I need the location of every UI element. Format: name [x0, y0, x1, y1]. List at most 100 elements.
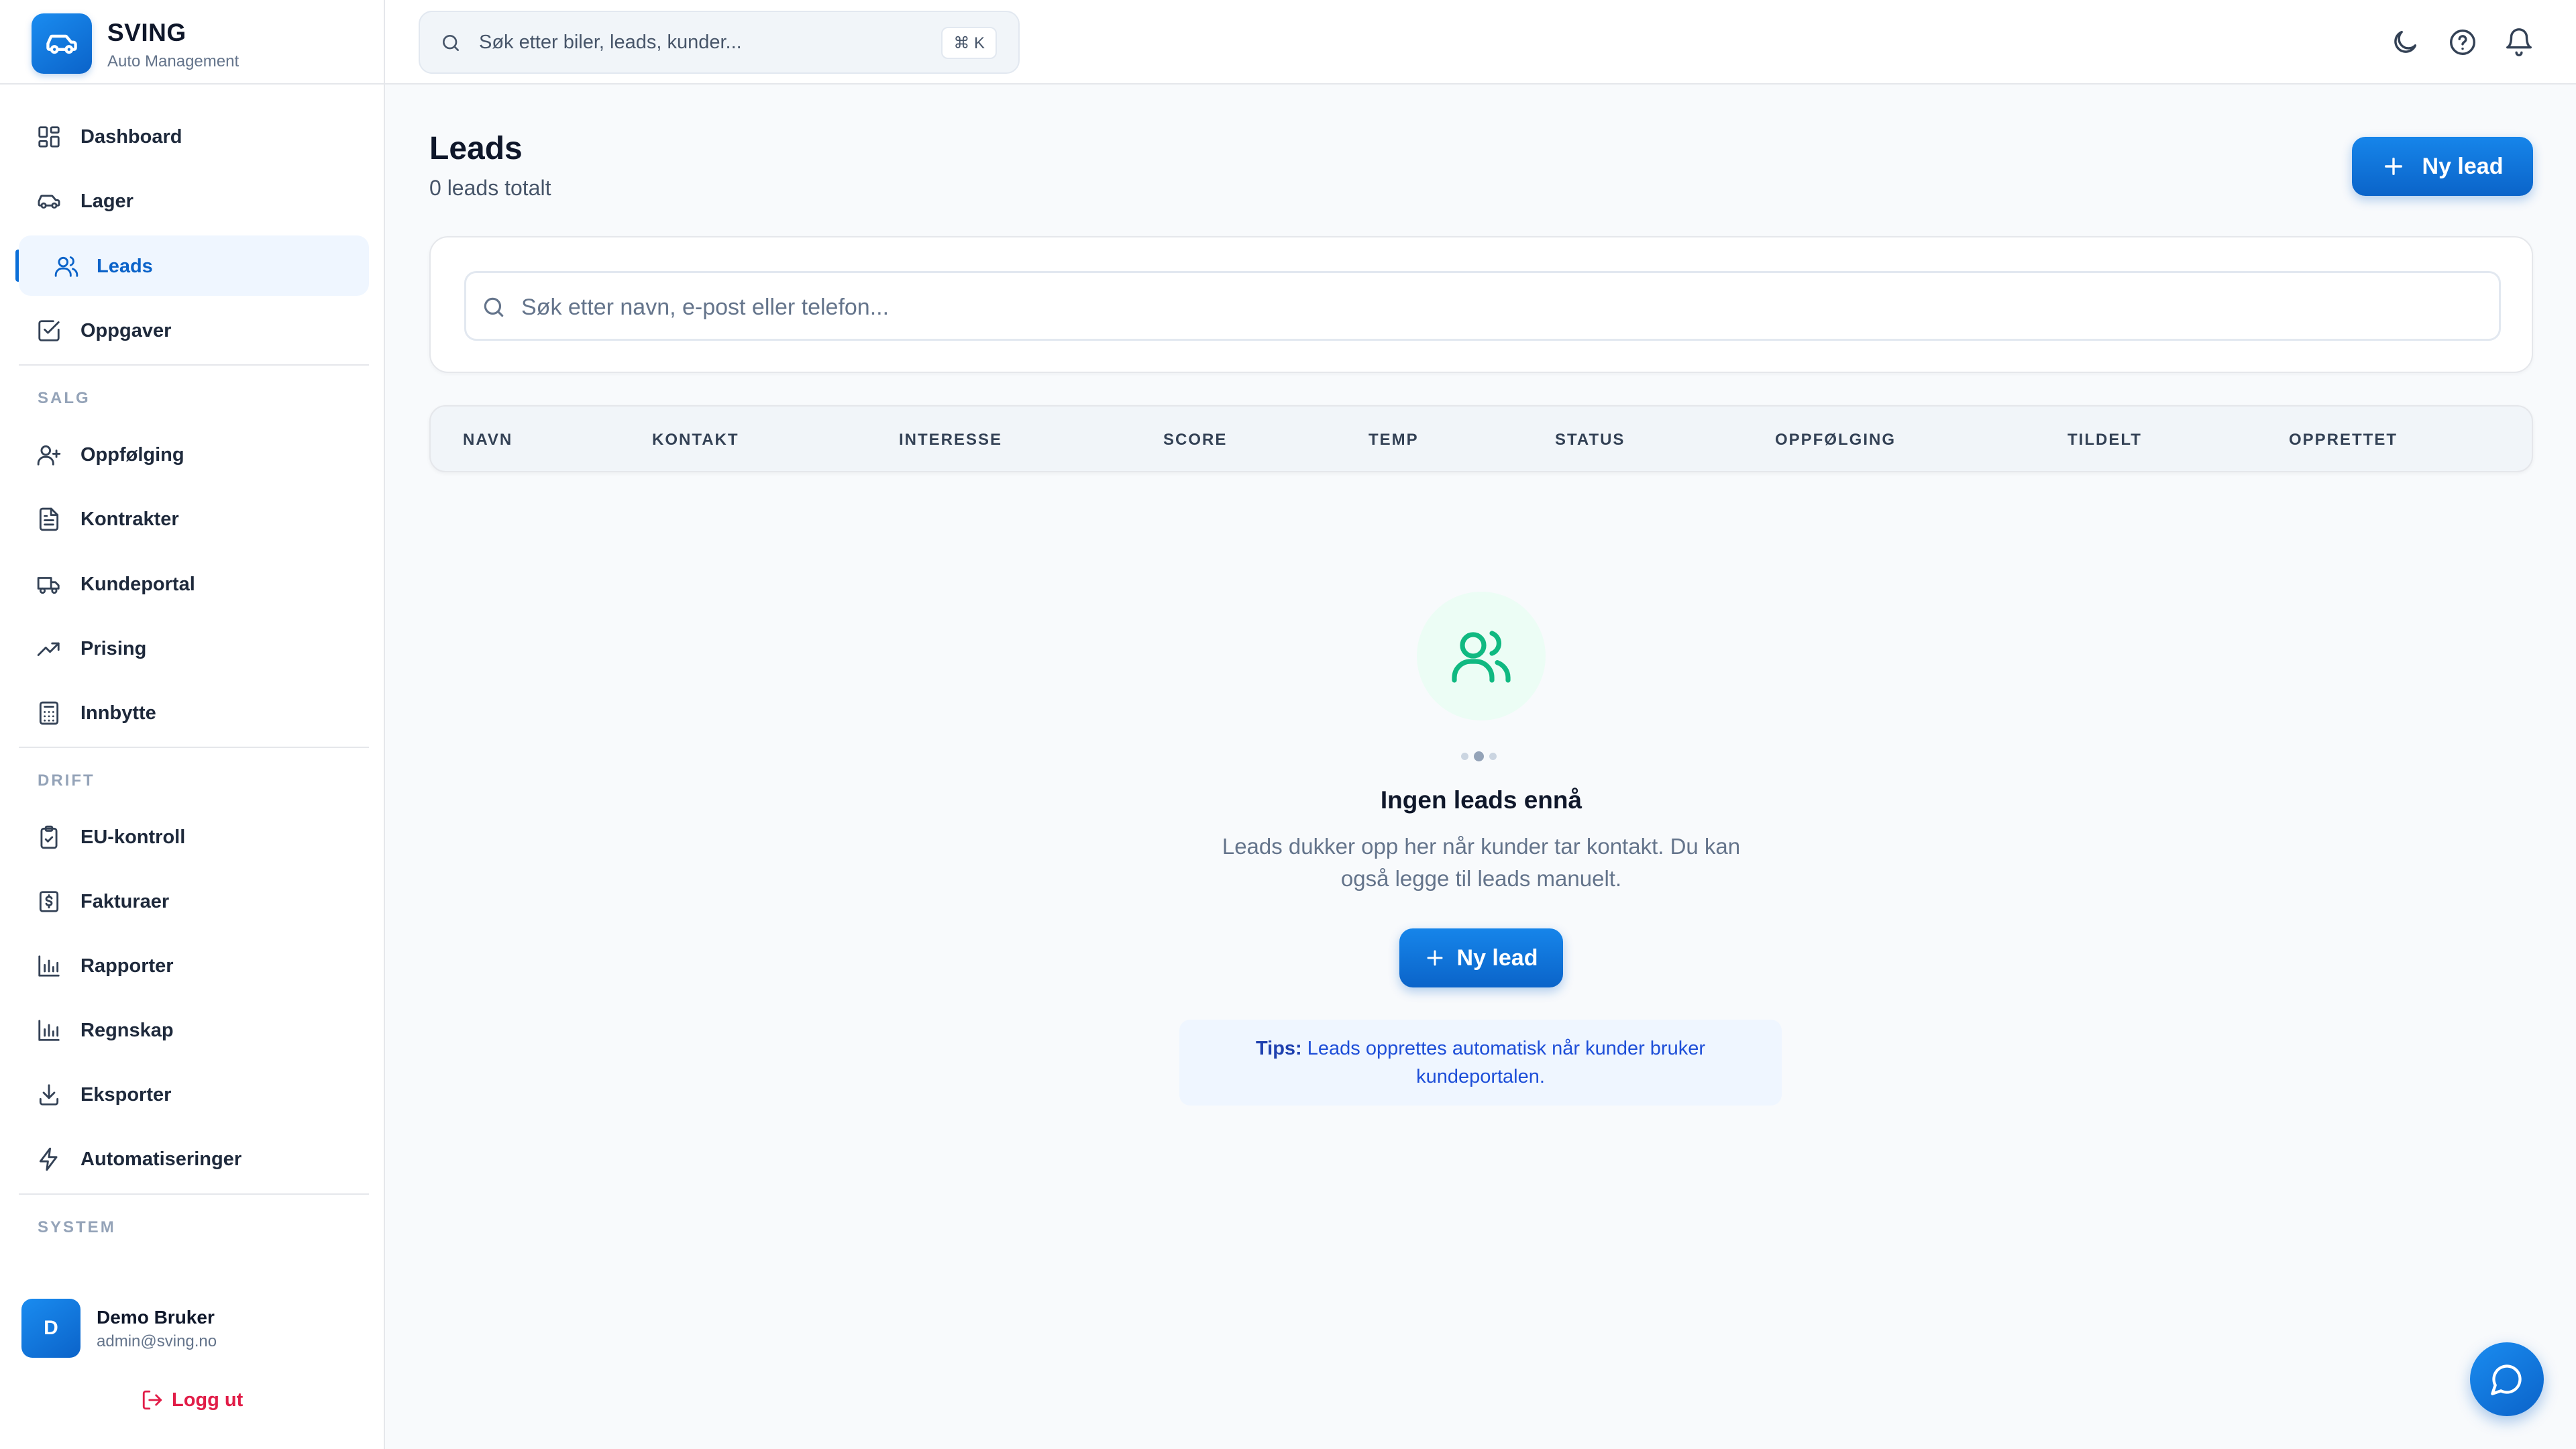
- car-logo-icon: [32, 13, 92, 74]
- chat-button[interactable]: [2470, 1342, 2544, 1416]
- shortcut-hint: ⌘ K: [941, 27, 997, 59]
- sidebar-item-lager[interactable]: Lager: [19, 170, 369, 231]
- column-header[interactable]: NAVN: [463, 431, 513, 449]
- sidebar-item-fakturaer[interactable]: Fakturaer: [19, 871, 369, 931]
- column-header[interactable]: INTERESSE: [899, 431, 1002, 449]
- sidebar-item-label: Dashboard: [80, 126, 182, 148]
- lead-search-input[interactable]: Søk etter navn, e-post eller telefon...: [464, 271, 2501, 341]
- avatar[interactable]: D: [21, 1299, 80, 1358]
- global-search-placeholder: Søk etter biler, leads, kunder...: [479, 32, 742, 53]
- sidebar-item-label: Fakturaer: [80, 891, 170, 912]
- sidebar-item-label: Eksporter: [80, 1084, 172, 1106]
- user-panel: [0, 1271, 384, 1449]
- sidebar-item-regnskap[interactable]: Regnskap: [19, 1000, 369, 1060]
- download-icon: [39, 1084, 59, 1106]
- sidebar-item-kontrakter[interactable]: Kontrakter: [19, 488, 369, 549]
- user-email: admin@sving.no: [97, 1332, 217, 1350]
- dot: [1474, 751, 1484, 761]
- sidebar-item-label: Kundeportal: [80, 574, 195, 595]
- chat-bubble-icon: [2491, 1364, 2522, 1395]
- sidebar-item-eu-kontroll[interactable]: EU-kontroll: [19, 806, 369, 867]
- topbar: Søk etter biler, leads, kunder... ⌘ K: [385, 0, 2576, 85]
- users-icon: [1452, 631, 1511, 683]
- empty-state-description: Leads dukker opp her når kunder tar kont…: [1222, 834, 1741, 891]
- users-icon: [54, 256, 78, 277]
- sidebar-item-rapporter[interactable]: Rapporter: [19, 935, 369, 996]
- trending-up-icon: [37, 642, 60, 656]
- sidebar-item-dashboard[interactable]: Dashboard: [19, 106, 369, 166]
- sidebar-item-label: Lager: [80, 191, 133, 212]
- bar-chart-icon: [38, 955, 60, 977]
- search-card: Søk etter navn, e-post eller telefon...: [429, 236, 2533, 373]
- sidebar-item-eksporter[interactable]: Eksporter: [19, 1064, 369, 1124]
- dot: [1461, 753, 1468, 760]
- bar-chart-icon: [38, 1020, 60, 1041]
- brand-subtitle: Auto Management: [107, 52, 239, 70]
- empty-state-illustration: [1417, 592, 1546, 720]
- section-title-salg: SALG: [38, 389, 91, 407]
- page-title: Leads: [429, 131, 523, 166]
- global-search-input[interactable]: Søk etter biler, leads, kunder... ⌘ K: [419, 11, 1020, 74]
- plus-icon: [1427, 950, 1443, 966]
- lightning-icon: [39, 1147, 58, 1171]
- sidebar-item-label: Rapporter: [80, 955, 174, 977]
- document-icon: [39, 507, 59, 531]
- sidebar-item-label: Regnskap: [80, 1020, 174, 1041]
- divider: [19, 364, 369, 366]
- help-icon[interactable]: [2447, 27, 2478, 58]
- plus-icon: [2384, 157, 2402, 176]
- column-header[interactable]: TEMP: [1368, 431, 1419, 449]
- user-plus-icon: [37, 445, 61, 466]
- logout-icon: [142, 1390, 162, 1410]
- tip-label: Tips:: [1255, 1038, 1302, 1059]
- table-header: NAVN KONTAKT INTERESSE SCORE TEMP STATUS…: [429, 405, 2533, 472]
- column-header[interactable]: OPPFØLGING: [1775, 431, 1896, 449]
- invoice-dollar-icon: [39, 891, 59, 912]
- column-header[interactable]: OPPRETTET: [2289, 431, 2398, 449]
- column-header[interactable]: KONTAKT: [652, 431, 739, 449]
- divider: [19, 1193, 369, 1195]
- sidebar-item-leads[interactable]: Leads: [19, 235, 369, 296]
- sidebar-item-oppfolging[interactable]: Oppfølging: [19, 424, 369, 484]
- sidebar-item-oppgaver[interactable]: Oppgaver: [19, 300, 369, 360]
- sidebar-item-automatiseringer[interactable]: Automatiseringer: [19, 1128, 369, 1189]
- section-title-system: SYSTEM: [38, 1218, 116, 1236]
- new-lead-button[interactable]: Ny lead: [2352, 137, 2533, 196]
- sidebar-item-label: Leads: [97, 256, 153, 277]
- leads-count: 0 leads totalt: [429, 176, 551, 200]
- search-icon: [484, 297, 504, 317]
- lead-search-placeholder: Søk etter navn, e-post eller telefon...: [521, 294, 890, 320]
- checkbox-icon: [38, 320, 60, 341]
- divider: [19, 747, 369, 748]
- user-name: Demo Bruker: [97, 1307, 215, 1328]
- column-header[interactable]: TILDELT: [2068, 431, 2142, 449]
- dot: [1489, 753, 1497, 760]
- section-title-drift: DRIFT: [38, 771, 95, 790]
- loading-dots: [1461, 751, 1497, 761]
- column-header[interactable]: SCORE: [1163, 431, 1227, 449]
- empty-state-title: Ingen leads ennå: [1380, 786, 1582, 814]
- sidebar-item-prising[interactable]: Prising: [19, 618, 369, 678]
- logout-button[interactable]: Logg ut: [141, 1387, 243, 1413]
- moon-icon[interactable]: [2390, 27, 2420, 58]
- truck-icon: [37, 577, 60, 594]
- sidebar-item-label: EU-kontroll: [80, 826, 186, 848]
- tip-text-wrapper: Tips: Leads opprettes automatisk når kun…: [1240, 1034, 1721, 1091]
- column-header[interactable]: STATUS: [1555, 431, 1625, 449]
- car-icon: [38, 195, 60, 209]
- calculator-icon: [39, 701, 59, 725]
- brand[interactable]: SVING Auto Management: [0, 0, 384, 85]
- sidebar-item-kundeportal[interactable]: Kundeportal: [19, 553, 369, 614]
- sidebar-item-label: Innbytte: [80, 702, 156, 724]
- clipboard-check-icon: [40, 825, 58, 849]
- tip-text: Leads opprettes automatisk når kunder br…: [1307, 1038, 1706, 1087]
- sidebar-item-label: Prising: [80, 638, 147, 659]
- brand-name: SVING: [107, 19, 186, 46]
- sidebar-item-innbytte[interactable]: Innbytte: [19, 682, 369, 743]
- sidebar-item-label: Oppgaver: [80, 320, 172, 341]
- sidebar-item-label: Oppfølging: [80, 444, 184, 466]
- sidebar: SVING Auto Management Dashboard Lager Le…: [0, 0, 385, 1449]
- sidebar-item-label: Kontrakter: [80, 508, 179, 530]
- bell-icon[interactable]: [2504, 27, 2534, 58]
- empty-state-new-lead-button[interactable]: Ny lead: [1399, 928, 1563, 987]
